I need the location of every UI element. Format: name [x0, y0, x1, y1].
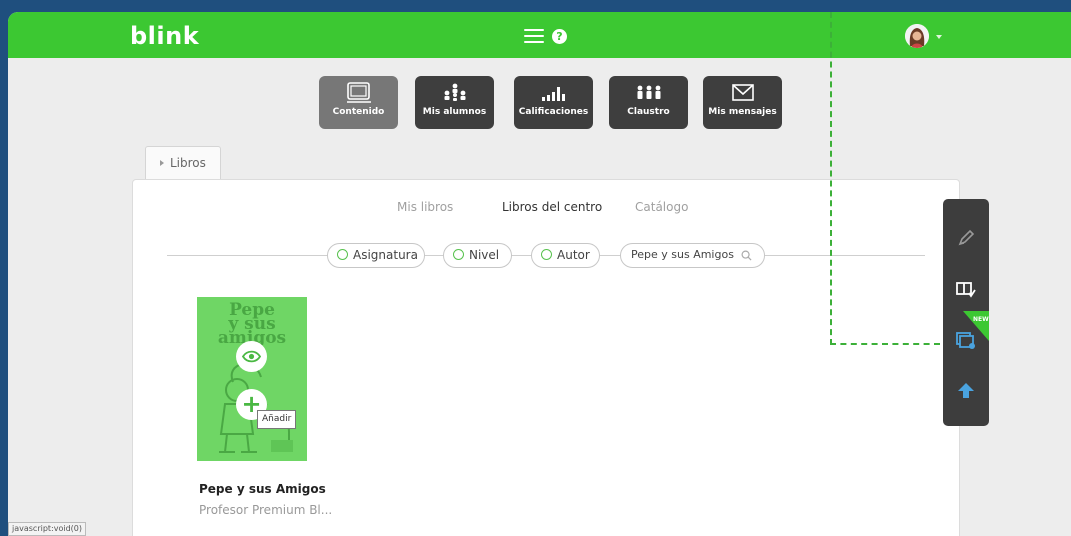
nav-mis-alumnos-button[interactable]: Mis alumnos: [415, 76, 494, 129]
subtab-catalogo[interactable]: Catálogo: [635, 200, 688, 214]
filter-label: Nivel: [469, 248, 500, 262]
filter-nivel[interactable]: Nivel: [443, 243, 512, 268]
blink-logo[interactable]: blink: [130, 22, 199, 50]
top-bar: blink ?: [8, 12, 1071, 58]
user-avatar[interactable]: [905, 24, 929, 48]
filter-autor[interactable]: Autor: [531, 243, 600, 268]
book-author: Profesor Premium Bl...: [199, 503, 333, 517]
search-input[interactable]: [631, 248, 741, 261]
radio-circle-icon: [453, 249, 464, 260]
filter-asignatura[interactable]: Asignatura: [327, 243, 425, 268]
book-title[interactable]: Pepe y sus Amigos: [199, 482, 326, 496]
books-panel: Mis libros Libros del centro Catálogo As…: [132, 179, 960, 536]
book-check-tool[interactable]: [943, 269, 989, 307]
nav-label: Contenido: [332, 107, 385, 117]
radio-circle-icon: [541, 249, 552, 260]
hamburger-menu-icon[interactable]: [524, 29, 544, 43]
students-icon: [415, 76, 494, 106]
help-icon[interactable]: ?: [552, 29, 567, 44]
radio-circle-icon: [337, 249, 348, 260]
new-window-tool[interactable]: [943, 320, 989, 358]
search-box: [620, 243, 765, 268]
tab-label: Libros: [170, 156, 206, 170]
pencil-icon: [958, 229, 975, 246]
preview-eye-button[interactable]: [236, 341, 267, 372]
book-cover-title: Pepe y sus amigos: [217, 300, 287, 348]
new-window-icon: [956, 332, 975, 349]
add-tooltip: Añadir: [257, 410, 297, 429]
subtab-mis-libros[interactable]: Mis libros: [397, 200, 453, 214]
nav-calificaciones-button[interactable]: Calificaciones: [514, 76, 593, 129]
pencil-tool[interactable]: [943, 218, 989, 256]
content-icon: [319, 76, 398, 106]
nav-label: Claustro: [627, 107, 670, 117]
grades-chart-icon: [514, 76, 593, 106]
nav-claustro-button[interactable]: Claustro: [609, 76, 688, 129]
tab-libros[interactable]: Libros: [145, 146, 221, 180]
nav-label: Mis mensajes: [708, 107, 777, 117]
side-toolbar: NEW: [943, 199, 989, 426]
book-check-icon: [956, 282, 976, 298]
nav-contenido-button[interactable]: Contenido: [319, 76, 398, 129]
staff-icon: [609, 76, 688, 106]
filter-label: Autor: [557, 248, 590, 262]
upload-arrow-icon: [958, 383, 974, 398]
upload-tool[interactable]: [943, 371, 989, 409]
filter-label: Asignatura: [353, 248, 418, 262]
app-window: blink ? Contenido Mis alumnos Calificaci…: [8, 12, 1071, 536]
subtab-libros-del-centro[interactable]: Libros del centro: [502, 200, 602, 214]
envelope-icon: [703, 76, 782, 106]
caret-right-icon: [160, 160, 164, 166]
nav-label: Mis alumnos: [422, 107, 487, 117]
chevron-down-icon[interactable]: [936, 35, 942, 39]
book-cover[interactable]: Pepe y sus amigos +: [197, 297, 307, 461]
nav-label: Calificaciones: [518, 107, 589, 117]
search-icon[interactable]: [741, 250, 752, 261]
nav-mis-mensajes-button[interactable]: Mis mensajes: [703, 76, 782, 129]
eye-icon: [241, 350, 262, 363]
status-bar: javascript:void(0): [8, 522, 87, 536]
